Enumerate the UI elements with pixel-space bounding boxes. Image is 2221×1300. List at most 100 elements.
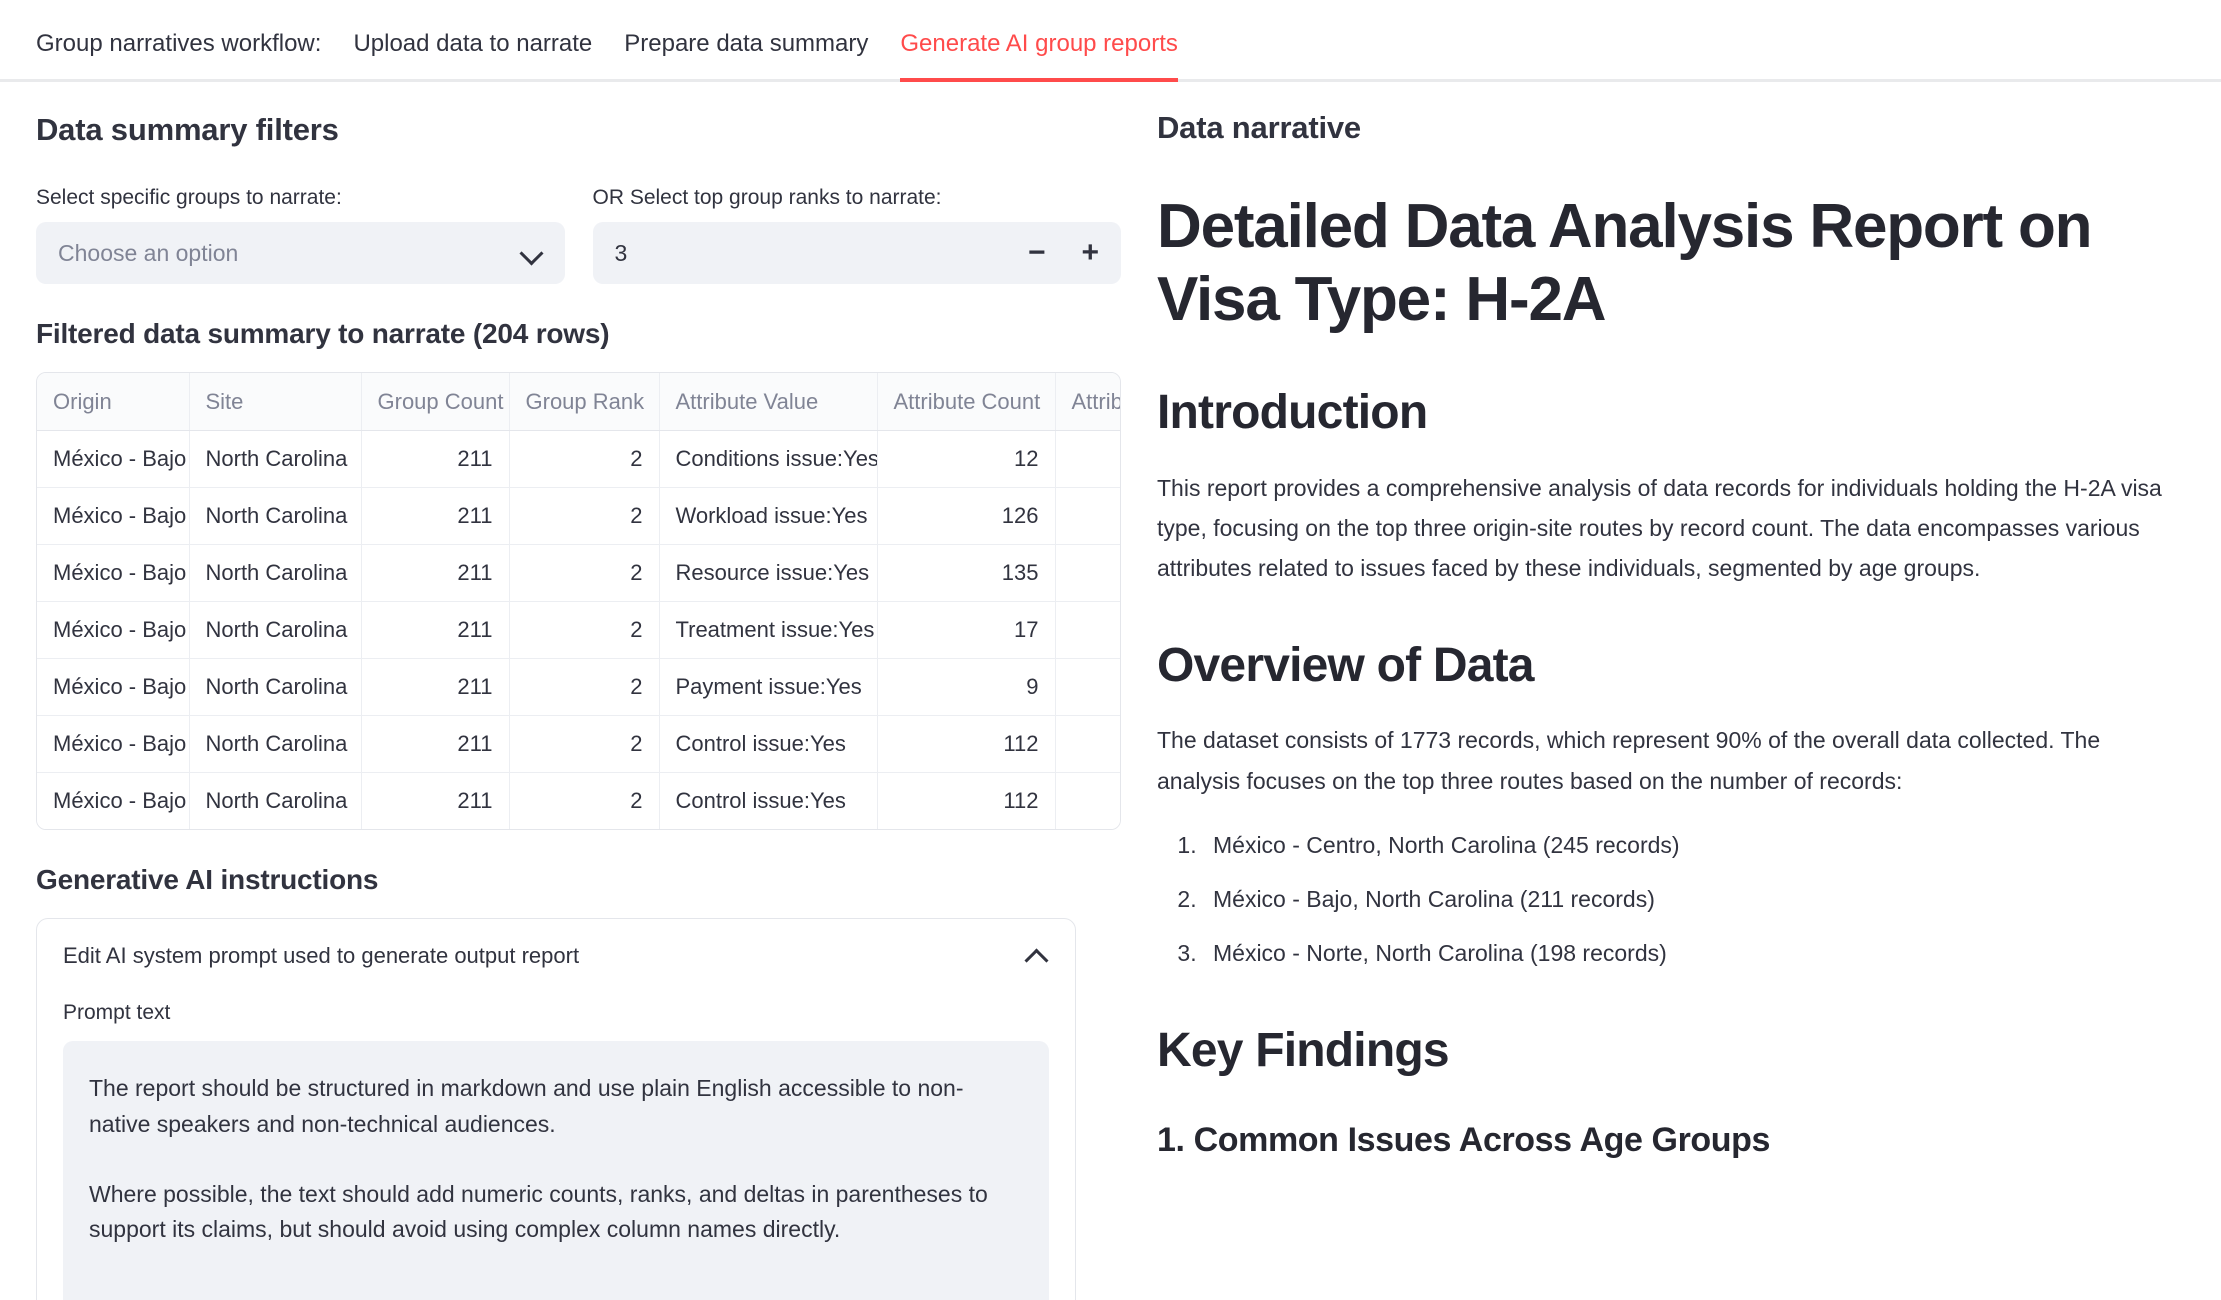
workflow-lead-label: Group narratives workflow:	[36, 30, 322, 57]
prompt-textarea[interactable]: The report should be structured in markd…	[63, 1041, 1049, 1300]
tab-upload-data-to-narrate[interactable]: Upload data to narrate	[353, 30, 592, 82]
cell-attribute-value: Conditions issue:Yes	[659, 430, 878, 488]
cell-attribute-value: Resource issue:Yes	[659, 544, 878, 602]
workflow-tabbar: Group narratives workflow: Upload data t…	[0, 0, 2221, 82]
group-select-input[interactable]: Choose an option	[36, 222, 565, 285]
chevron-up-icon[interactable]	[1025, 944, 1049, 968]
column-header-attribute-extra[interactable]: Attrib	[1055, 373, 1120, 431]
prompt-paragraph: Where possible, the text should add nume…	[89, 1180, 988, 1243]
cell-attribute-extra	[1055, 715, 1120, 773]
cell-origin: México - Bajo	[37, 658, 190, 716]
cell-group-count: 211	[361, 430, 510, 488]
report-heading-overview-of-data: Overview of Data	[1157, 638, 1534, 692]
rank-stepper-label: OR Select top group ranks to narrate:	[592, 186, 942, 210]
filters-row: Select specific groups to narrate: Choos…	[36, 186, 1121, 285]
report-title: Detailed Data Analysis Report on Visa Ty…	[1157, 192, 2093, 335]
cell-attribute-extra	[1055, 487, 1120, 545]
cell-attribute-value: Payment issue:Yes	[659, 658, 878, 716]
cell-site: North Carolina	[189, 772, 362, 830]
cell-attribute-extra	[1055, 601, 1120, 659]
data-summary-filters-heading: Data summary filters	[36, 112, 339, 147]
column-header-origin[interactable]: Origin	[37, 373, 190, 431]
filtered-summary-table-wrapper[interactable]: Origin Site Group Count Group Rank Attri…	[36, 372, 1121, 831]
cell-origin: México - Bajo	[37, 715, 190, 773]
cell-group-count: 211	[361, 772, 510, 830]
table-row[interactable]: México - Bajo North Carolina 211 2 Contr…	[37, 772, 1120, 830]
table-header-row: Origin Site Group Count Group Rank Attri…	[37, 373, 1120, 431]
cell-attribute-count: 112	[877, 715, 1056, 773]
table-row[interactable]: México - Bajo North Carolina 211 2 Treat…	[37, 601, 1120, 659]
cell-origin: México - Bajo	[37, 544, 190, 602]
column-header-attribute-count[interactable]: Attribute Count	[877, 373, 1056, 431]
cell-site: North Carolina	[189, 430, 362, 488]
narrative-report: Detailed Data Analysis Report on Visa Ty…	[1157, 190, 2185, 1162]
group-select-placeholder: Choose an option	[58, 239, 239, 266]
cell-site: North Carolina	[189, 715, 362, 773]
report-overview-list: México - Centro, North Carolina (245 rec…	[1157, 825, 2185, 974]
cell-attribute-value: Control issue:Yes	[659, 715, 878, 773]
column-header-attribute-value[interactable]: Attribute Value	[659, 373, 878, 431]
cell-site: North Carolina	[189, 487, 362, 545]
stepper-buttons: − +	[1028, 238, 1099, 268]
filtered-summary-heading: Filtered data summary to narrate (204 ro…	[36, 318, 610, 350]
cell-attribute-count: 17	[877, 601, 1056, 659]
report-heading-introduction: Introduction	[1157, 386, 1428, 440]
increment-button[interactable]: +	[1081, 238, 1099, 268]
cell-attribute-value: Workload issue:Yes	[659, 487, 878, 545]
generative-ai-instructions-heading: Generative AI instructions	[36, 864, 379, 896]
column-header-site[interactable]: Site	[189, 373, 362, 431]
column-header-group-count[interactable]: Group Count	[361, 373, 510, 431]
table-row[interactable]: México - Bajo North Carolina 211 2 Contr…	[37, 715, 1120, 773]
cell-attribute-extra	[1055, 544, 1120, 602]
cell-group-count: 211	[361, 715, 510, 773]
cell-group-count: 211	[361, 487, 510, 545]
report-heading-key-findings: Key Findings	[1157, 1023, 1450, 1077]
tab-generate-ai-group-reports[interactable]: Generate AI group reports	[900, 30, 1178, 82]
cell-group-rank: 2	[509, 430, 660, 488]
cell-origin: México - Bajo	[37, 430, 190, 488]
report-overview-paragraph: The dataset consists of 1773 records, wh…	[1157, 727, 2101, 794]
prompt-paragraph: The report should be structured in markd…	[89, 1075, 964, 1137]
cell-attribute-extra	[1055, 772, 1120, 830]
cell-group-count: 211	[361, 601, 510, 659]
report-subheading-common-issues: 1. Common Issues Across Age Groups	[1157, 1121, 1771, 1160]
cell-attribute-value: Treatment issue:Yes	[659, 601, 878, 659]
cell-origin: México - Bajo	[37, 601, 190, 659]
rank-stepper[interactable]: 3 − +	[592, 222, 1121, 285]
cell-group-rank: 2	[509, 544, 660, 602]
column-header-group-rank[interactable]: Group Rank	[509, 373, 660, 431]
prompt-expander-header[interactable]: Edit AI system prompt used to generate o…	[63, 919, 1049, 993]
filtered-summary-table: Origin Site Group Count Group Rank Attri…	[37, 373, 1120, 830]
cell-attribute-value: Control issue:Yes	[659, 772, 878, 830]
cell-attribute-count: 112	[877, 772, 1056, 830]
cell-site: North Carolina	[189, 658, 362, 716]
cell-attribute-extra	[1055, 430, 1120, 488]
cell-group-count: 211	[361, 658, 510, 716]
rank-stepper-value[interactable]: 3	[615, 240, 1028, 267]
cell-attribute-count: 9	[877, 658, 1056, 716]
rank-stepper-field: OR Select top group ranks to narrate: 3 …	[592, 186, 1121, 285]
table-row[interactable]: México - Bajo North Carolina 211 2 Condi…	[37, 430, 1120, 488]
cell-attribute-count: 126	[877, 487, 1056, 545]
left-panel: Data summary filters Select specific gro…	[36, 82, 1121, 1300]
list-item: México - Norte, North Carolina (198 reco…	[1203, 933, 2185, 973]
cell-attribute-extra	[1055, 658, 1120, 716]
report-intro-paragraph: This report provides a comprehensive ana…	[1157, 474, 2162, 582]
tab-prepare-data-summary[interactable]: Prepare data summary	[624, 30, 868, 82]
decrement-button[interactable]: −	[1028, 238, 1046, 268]
cell-group-count: 211	[361, 544, 510, 602]
cell-group-rank: 2	[509, 601, 660, 659]
chevron-down-icon	[521, 242, 543, 264]
cell-group-rank: 2	[509, 658, 660, 716]
cell-group-rank: 2	[509, 772, 660, 830]
cell-group-rank: 2	[509, 715, 660, 773]
right-panel: Data narrative Detailed Data Analysis Re…	[1121, 82, 2185, 1300]
table-row[interactable]: México - Bajo North Carolina 211 2 Workl…	[37, 487, 1120, 545]
table-row[interactable]: México - Bajo North Carolina 211 2 Resou…	[37, 544, 1120, 602]
group-select-field: Select specific groups to narrate: Choos…	[36, 186, 565, 285]
cell-group-rank: 2	[509, 487, 660, 545]
page-body: Data summary filters Select specific gro…	[0, 82, 2221, 1300]
table-row[interactable]: México - Bajo North Carolina 211 2 Payme…	[37, 658, 1120, 716]
cell-attribute-count: 12	[877, 430, 1056, 488]
prompt-expander-title: Edit AI system prompt used to generate o…	[63, 943, 580, 969]
